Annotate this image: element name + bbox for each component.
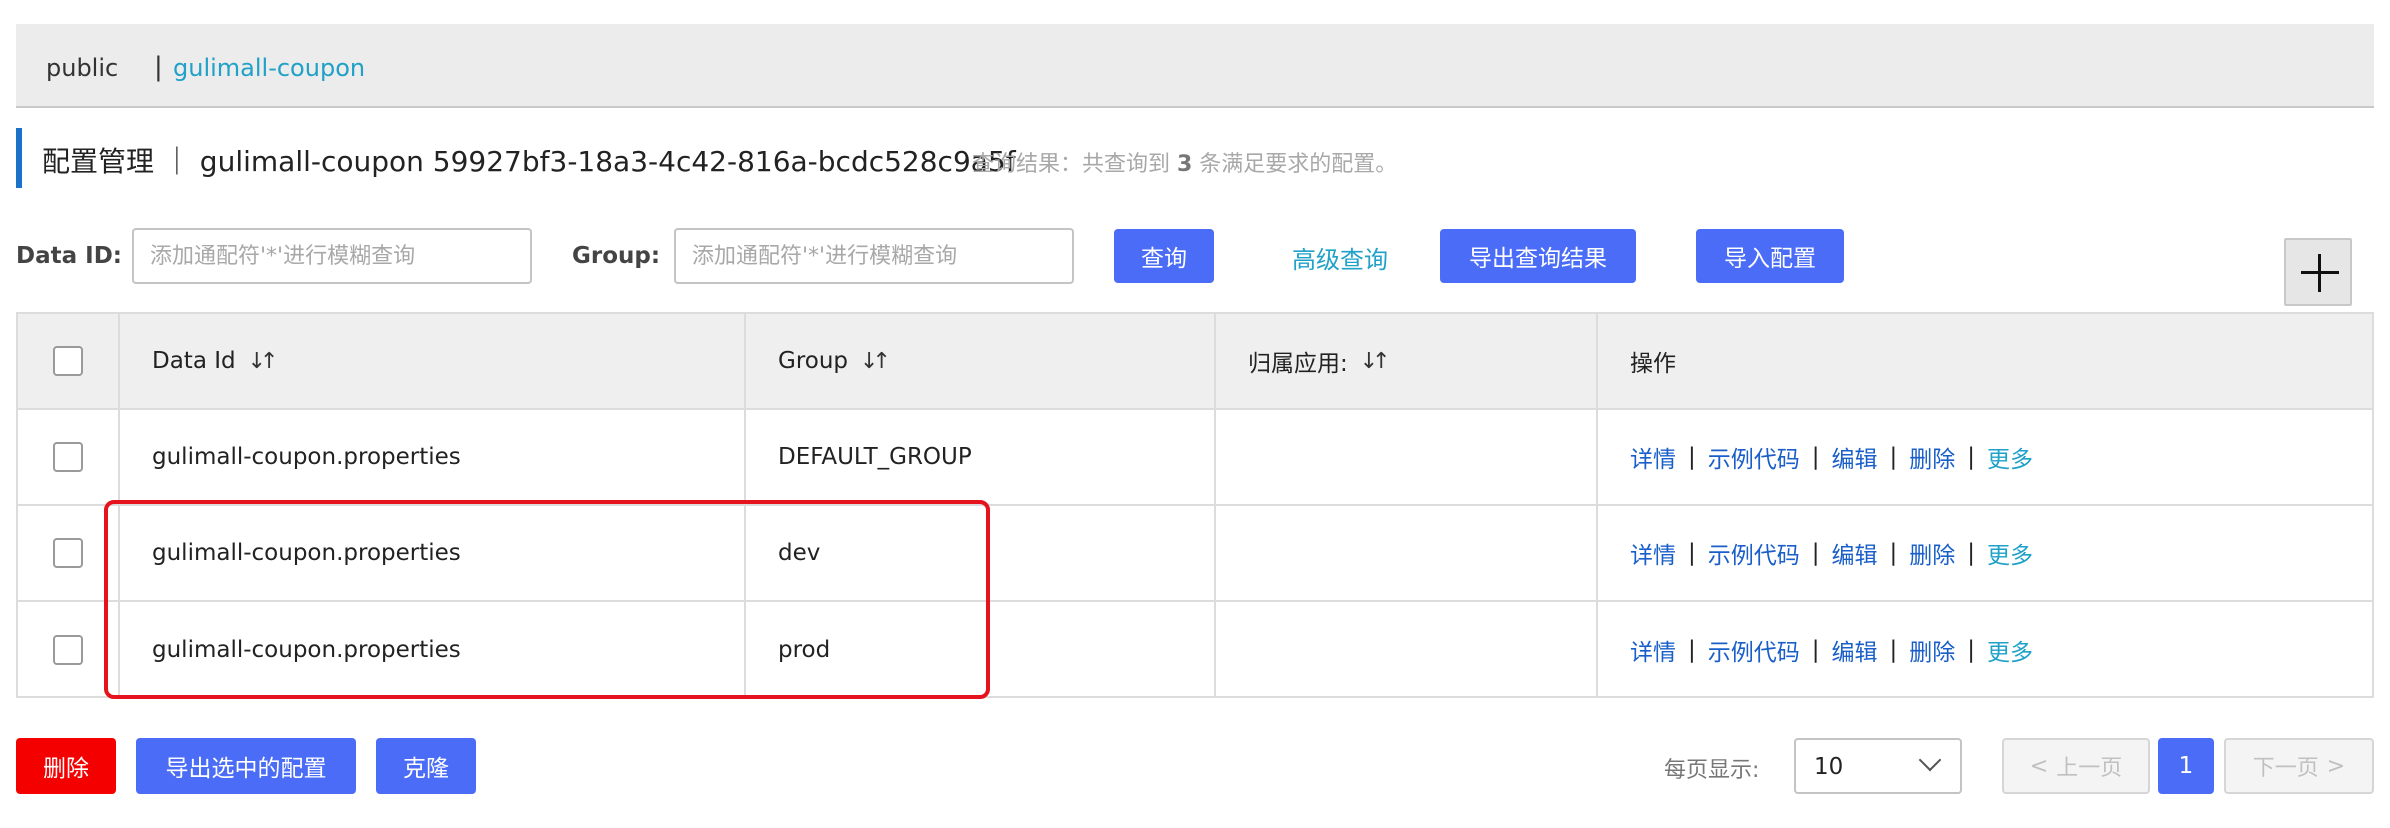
query-button[interactable]: 查询 [1114, 229, 1214, 283]
action-sample-code-link[interactable]: 示例代码 [1708, 633, 1800, 667]
action-edit-link[interactable]: 编辑 [1832, 536, 1878, 570]
table-row: gulimall-coupon.properties prod 详情 | 示例代码… [18, 602, 2372, 698]
row-group: dev [746, 506, 1216, 600]
column-header-data-id[interactable]: Data Id ↓↑ [120, 314, 746, 408]
add-config-plus-icon[interactable] [2284, 238, 2352, 306]
action-detail-link[interactable]: 详情 [1630, 633, 1676, 667]
page-size-value: 10 [1814, 754, 1844, 780]
row-app [1216, 506, 1598, 600]
action-sample-code-link[interactable]: 示例代码 [1708, 536, 1800, 570]
export-query-result-button[interactable]: 导出查询结果 [1440, 229, 1636, 283]
page-title: 配置管理 ｜ gulimall-coupon 59927bf3-18a3-4c4… [42, 145, 1016, 178]
table-header-row: Data Id ↓↑ Group ↓↑ 归属应用: ↓↑ 操作 [18, 314, 2372, 410]
action-detail-link[interactable]: 详情 [1630, 536, 1676, 570]
row-group: prod [746, 602, 1216, 698]
namespace-public[interactable]: public [46, 54, 118, 82]
sort-icon[interactable]: ↓↑ [1360, 349, 1391, 374]
table-row: gulimall-coupon.properties dev 详情 | 示例代码 |… [18, 506, 2372, 602]
row-actions: 详情 | 示例代码 | 编辑 | 删除 | 更多 [1598, 602, 2372, 698]
column-header-group[interactable]: Group ↓↑ [746, 314, 1216, 408]
page-size-select[interactable]: 10 [1794, 738, 1962, 794]
prev-page-button[interactable]: < 上一页 [2002, 738, 2150, 794]
row-group: DEFAULT_GROUP [746, 410, 1216, 504]
namespace-bar: public | gulimall-coupon [16, 24, 2374, 108]
row-checkbox[interactable] [53, 635, 83, 665]
query-result-summary: 查询结果：共查询到 3 条满足要求的配置。 [972, 152, 1398, 177]
chevron-right-icon: > [2326, 753, 2346, 779]
title-accent-bar [16, 128, 22, 188]
sort-icon[interactable]: ↓↑ [860, 349, 891, 374]
table-row: gulimall-coupon.properties DEFAULT_GROUP… [18, 410, 2372, 506]
advanced-query-link[interactable]: 高级查询 [1292, 240, 1388, 275]
action-edit-link[interactable]: 编辑 [1832, 633, 1878, 667]
row-data-id: gulimall-coupon.properties [120, 506, 746, 600]
action-sample-code-link[interactable]: 示例代码 [1708, 440, 1800, 474]
data-id-label: Data ID: [16, 243, 122, 269]
action-detail-link[interactable]: 详情 [1630, 440, 1676, 474]
namespace-gulimall-coupon[interactable]: gulimall-coupon [173, 54, 365, 82]
row-data-id: gulimall-coupon.properties [120, 602, 746, 698]
row-app [1216, 410, 1598, 504]
action-more-link[interactable]: 更多 [1987, 536, 2033, 570]
group-search-input[interactable] [674, 228, 1074, 284]
row-actions: 详情 | 示例代码 | 编辑 | 删除 | 更多 [1598, 410, 2372, 504]
action-more-link[interactable]: 更多 [1987, 440, 2033, 474]
action-more-link[interactable]: 更多 [1987, 633, 2033, 667]
namespace-separator: | [154, 52, 163, 82]
row-data-id: gulimall-coupon.properties [120, 410, 746, 504]
select-all-checkbox[interactable] [53, 346, 83, 376]
data-id-search-input[interactable] [132, 228, 532, 284]
column-header-actions: 操作 [1630, 351, 1676, 377]
export-selected-button[interactable]: 导出选中的配置 [136, 738, 356, 794]
import-config-button[interactable]: 导入配置 [1696, 229, 1844, 283]
sort-icon[interactable]: ↓↑ [248, 349, 279, 374]
batch-delete-button[interactable]: 删除 [16, 738, 116, 794]
row-actions: 详情 | 示例代码 | 编辑 | 删除 | 更多 [1598, 506, 2372, 600]
clone-button[interactable]: 克隆 [376, 738, 476, 794]
row-checkbox[interactable] [53, 538, 83, 568]
page-size-label: 每页显示: [1664, 758, 1760, 783]
action-delete-link[interactable]: 删除 [1909, 440, 1955, 474]
action-delete-link[interactable]: 删除 [1909, 633, 1955, 667]
row-checkbox[interactable] [53, 442, 83, 472]
action-edit-link[interactable]: 编辑 [1832, 440, 1878, 474]
result-count: 3 [1177, 152, 1193, 177]
row-app [1216, 602, 1598, 698]
action-delete-link[interactable]: 删除 [1909, 536, 1955, 570]
config-table: Data Id ↓↑ Group ↓↑ 归属应用: ↓↑ 操作 gulimall-co… [16, 312, 2374, 698]
group-label: Group: [572, 243, 661, 269]
next-page-button[interactable]: 下一页 > [2224, 738, 2374, 794]
column-header-app[interactable]: 归属应用: ↓↑ [1216, 314, 1598, 408]
page-number-current[interactable]: 1 [2158, 738, 2214, 794]
chevron-left-icon: < [2029, 753, 2049, 779]
chevron-down-icon [1918, 748, 1942, 772]
